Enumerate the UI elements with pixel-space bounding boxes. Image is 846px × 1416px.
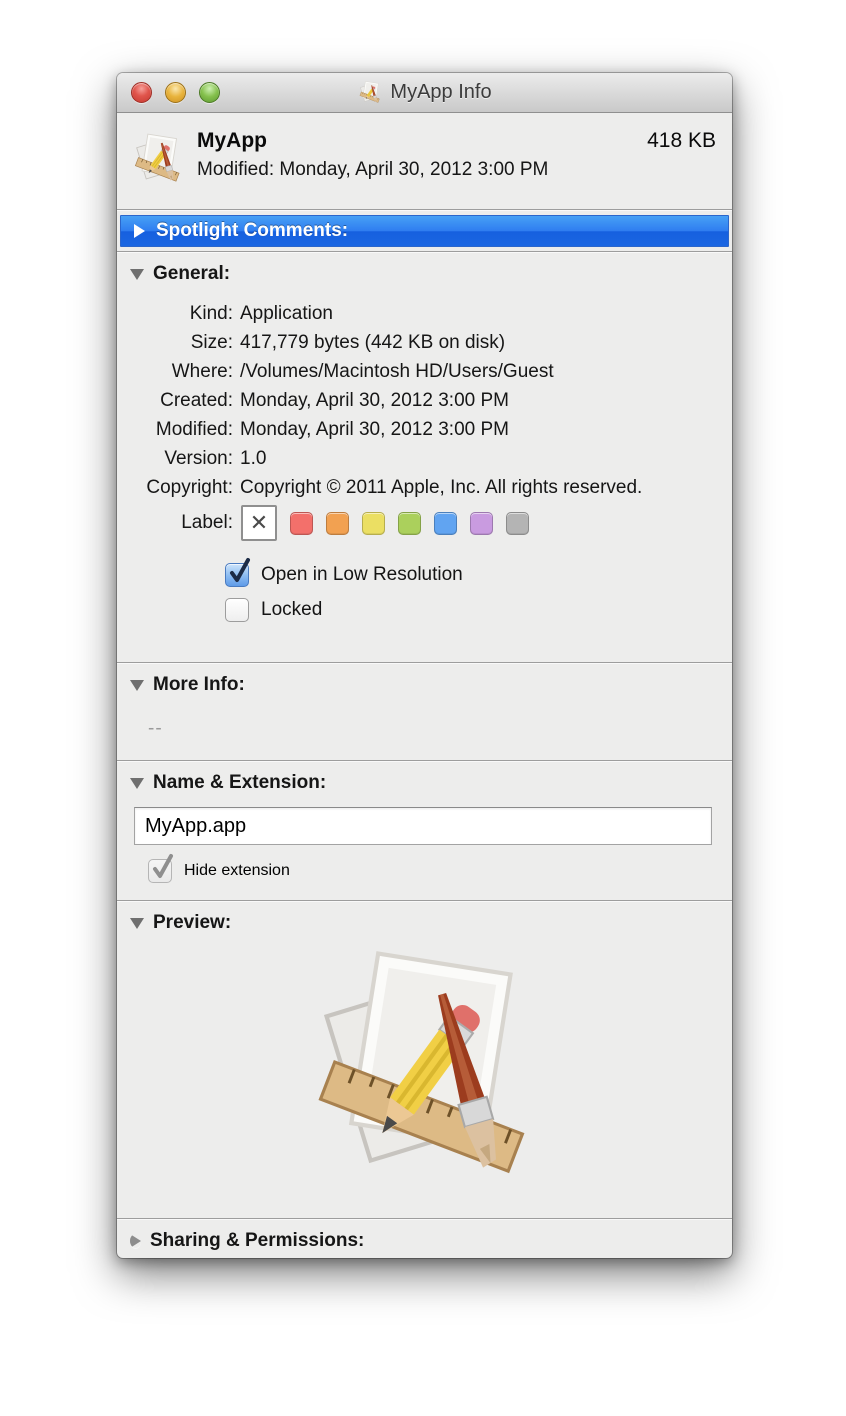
general-header[interactable]: General: xyxy=(117,253,732,285)
disclosure-triangle-icon[interactable] xyxy=(130,680,144,691)
row-label: Created: xyxy=(117,386,233,415)
label-swatch-yellow[interactable] xyxy=(362,512,385,535)
window-title: MyApp Info xyxy=(390,81,491,104)
row-value: Copyright © 2011 Apple, Inc. All rights … xyxy=(233,473,642,502)
screenshot-page: MyApp Info MyApp 418 KB Modified: Monday… xyxy=(0,0,846,1416)
row-label: Modified: xyxy=(117,415,233,444)
more-info-header[interactable]: More Info: xyxy=(117,664,732,696)
disclosure-triangle-icon[interactable] xyxy=(130,918,144,929)
hide-extension-checkbox[interactable] xyxy=(148,859,172,883)
close-button[interactable] xyxy=(131,82,152,103)
app-icon xyxy=(129,131,187,189)
label-swatch-green[interactable] xyxy=(398,512,421,535)
locked-row: Locked xyxy=(225,598,732,622)
preview-header[interactable]: Preview: xyxy=(117,902,732,934)
section-sharing-permissions: Sharing & Permissions: xyxy=(117,1220,732,1258)
disclosure-triangle-icon[interactable] xyxy=(130,778,144,789)
label-row-label: Label: xyxy=(117,512,233,534)
file-modified: Modified: Monday, April 30, 2012 3:00 PM xyxy=(197,159,716,181)
general-label: General: xyxy=(153,263,230,285)
app-preview-icon xyxy=(291,939,559,1207)
preview-area xyxy=(117,934,732,1218)
row-label: Where: xyxy=(117,357,233,386)
hide-extension-row: Hide extension xyxy=(148,859,732,883)
more-info-label: More Info: xyxy=(153,674,245,696)
row-value: Application xyxy=(233,299,333,328)
label-swatch-gray[interactable] xyxy=(506,512,529,535)
sharing-permissions-label: Sharing & Permissions: xyxy=(150,1230,364,1252)
general-info-rows: Kind: Application Size: 417,779 bytes (4… xyxy=(117,299,732,502)
row-value: Monday, April 30, 2012 3:00 PM xyxy=(233,386,509,415)
row-value: Monday, April 30, 2012 3:00 PM xyxy=(233,415,509,444)
row-label: Version: xyxy=(117,444,233,473)
preview-label: Preview: xyxy=(153,912,231,934)
sharing-permissions-header[interactable]: Sharing & Permissions: xyxy=(117,1220,732,1252)
section-name-extension: Name & Extension: Hide extension xyxy=(117,762,732,900)
minimize-button[interactable] xyxy=(165,82,186,103)
label-swatch-blue[interactable] xyxy=(434,512,457,535)
info-row-copyright: Copyright: Copyright © 2011 Apple, Inc. … xyxy=(117,473,732,502)
label-swatch-orange[interactable] xyxy=(326,512,349,535)
row-label: Kind: xyxy=(117,299,233,328)
general-checkboxes: Open in Low Resolution Locked xyxy=(225,563,732,622)
file-name: MyApp xyxy=(197,129,267,153)
filename-input[interactable] xyxy=(134,807,712,845)
info-row-created: Created: Monday, April 30, 2012 3:00 PM xyxy=(117,386,732,415)
label-none-button[interactable]: ✕ xyxy=(241,505,277,541)
get-info-window: MyApp Info MyApp 418 KB Modified: Monday… xyxy=(117,73,732,1258)
info-header: MyApp 418 KB Modified: Monday, April 30,… xyxy=(117,113,732,209)
section-preview: Preview: xyxy=(117,902,732,1218)
info-row-where: Where: /Volumes/Macintosh HD/Users/Guest xyxy=(117,357,732,386)
window-title-group: MyApp Info xyxy=(357,80,491,106)
open-low-resolution-row: Open in Low Resolution xyxy=(225,563,732,587)
info-row-kind: Kind: Application xyxy=(117,299,732,328)
locked-label: Locked xyxy=(261,599,322,621)
label-color-row: Label: ✕ xyxy=(117,505,732,541)
file-size: 418 KB xyxy=(647,129,716,153)
row-value: 417,779 bytes (442 KB on disk) xyxy=(233,328,505,357)
hide-extension-label: Hide extension xyxy=(184,862,290,880)
info-row-version: Version: 1.0 xyxy=(117,444,732,473)
disclosure-triangle-icon[interactable] xyxy=(134,224,145,238)
disclosure-triangle-icon[interactable] xyxy=(130,269,144,280)
header-text: MyApp 418 KB Modified: Monday, April 30,… xyxy=(187,129,716,181)
row-label: Copyright: xyxy=(117,473,233,502)
disclosure-triangle-icon[interactable] xyxy=(130,1234,141,1248)
spotlight-comments-header[interactable]: Spotlight Comments: xyxy=(120,215,729,247)
zoom-button[interactable] xyxy=(199,82,220,103)
name-extension-header[interactable]: Name & Extension: xyxy=(117,762,732,794)
more-info-value: -- xyxy=(148,718,732,740)
locked-checkbox[interactable] xyxy=(225,598,249,622)
section-more-info: More Info: -- xyxy=(117,664,732,760)
section-general: General: Kind: Application Size: 417,779… xyxy=(117,253,732,662)
info-row-size: Size: 417,779 bytes (442 KB on disk) xyxy=(117,328,732,357)
open-low-resolution-checkbox[interactable] xyxy=(225,563,249,587)
row-value: 1.0 xyxy=(233,444,266,473)
row-value: /Volumes/Macintosh HD/Users/Guest xyxy=(233,357,554,386)
x-icon: ✕ xyxy=(250,510,268,536)
open-low-resolution-label: Open in Low Resolution xyxy=(261,564,463,586)
window-controls xyxy=(117,73,220,112)
name-extension-label: Name & Extension: xyxy=(153,772,326,794)
spotlight-zone: Spotlight Comments: xyxy=(117,211,732,251)
label-swatches: ✕ xyxy=(233,505,529,541)
label-swatch-red[interactable] xyxy=(290,512,313,535)
info-row-modified: Modified: Monday, April 30, 2012 3:00 PM xyxy=(117,415,732,444)
label-swatch-purple[interactable] xyxy=(470,512,493,535)
app-mini-icon xyxy=(357,80,383,106)
title-bar[interactable]: MyApp Info xyxy=(117,73,732,113)
spotlight-comments-label: Spotlight Comments: xyxy=(156,220,348,242)
row-label: Size: xyxy=(117,328,233,357)
